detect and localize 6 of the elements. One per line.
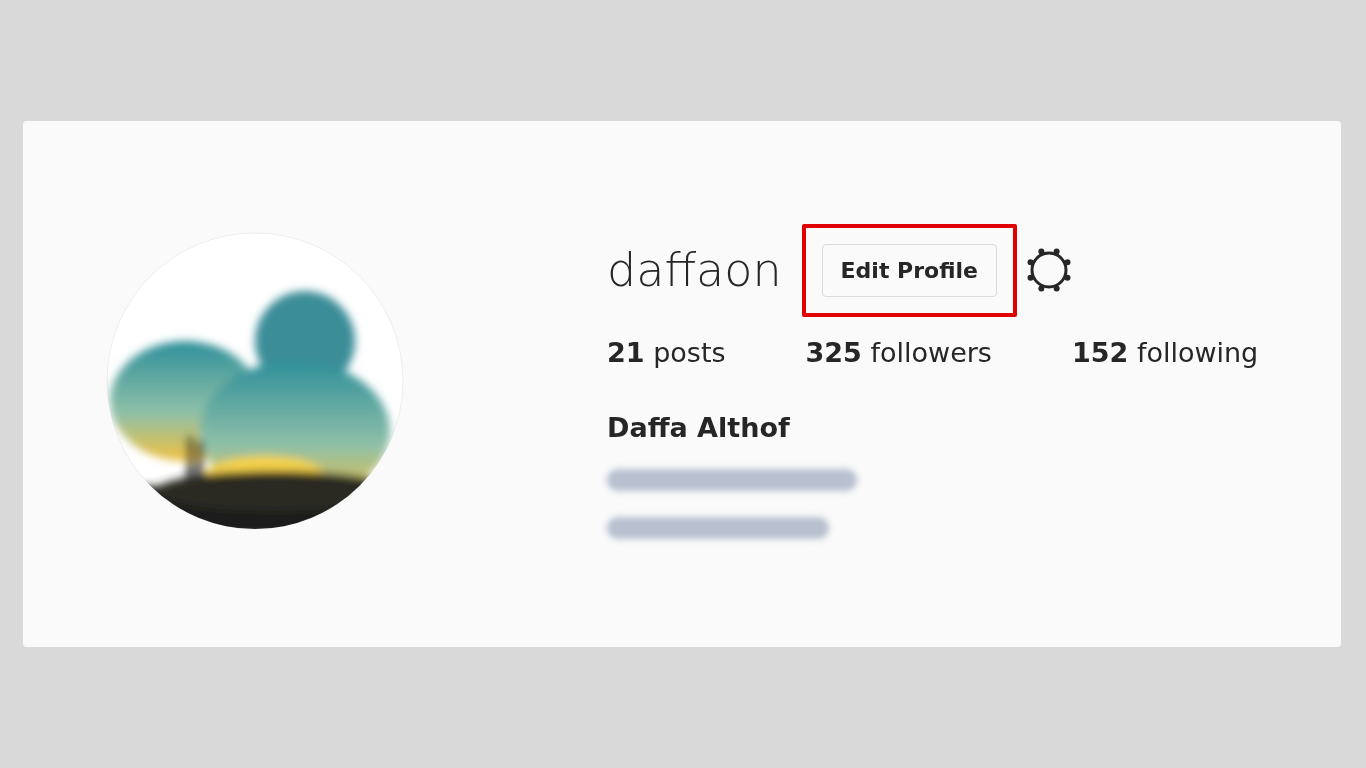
stat-count[interactable]: 21 posts [607,337,726,368]
stat-count[interactable]: 325 followers [805,337,992,368]
full-name: Daffa Althof [607,412,791,443]
username: daffaon [607,243,782,297]
stat-count[interactable]: 152 following [1071,337,1259,368]
edit-profile-button[interactable]: Edit Profile [821,243,997,297]
